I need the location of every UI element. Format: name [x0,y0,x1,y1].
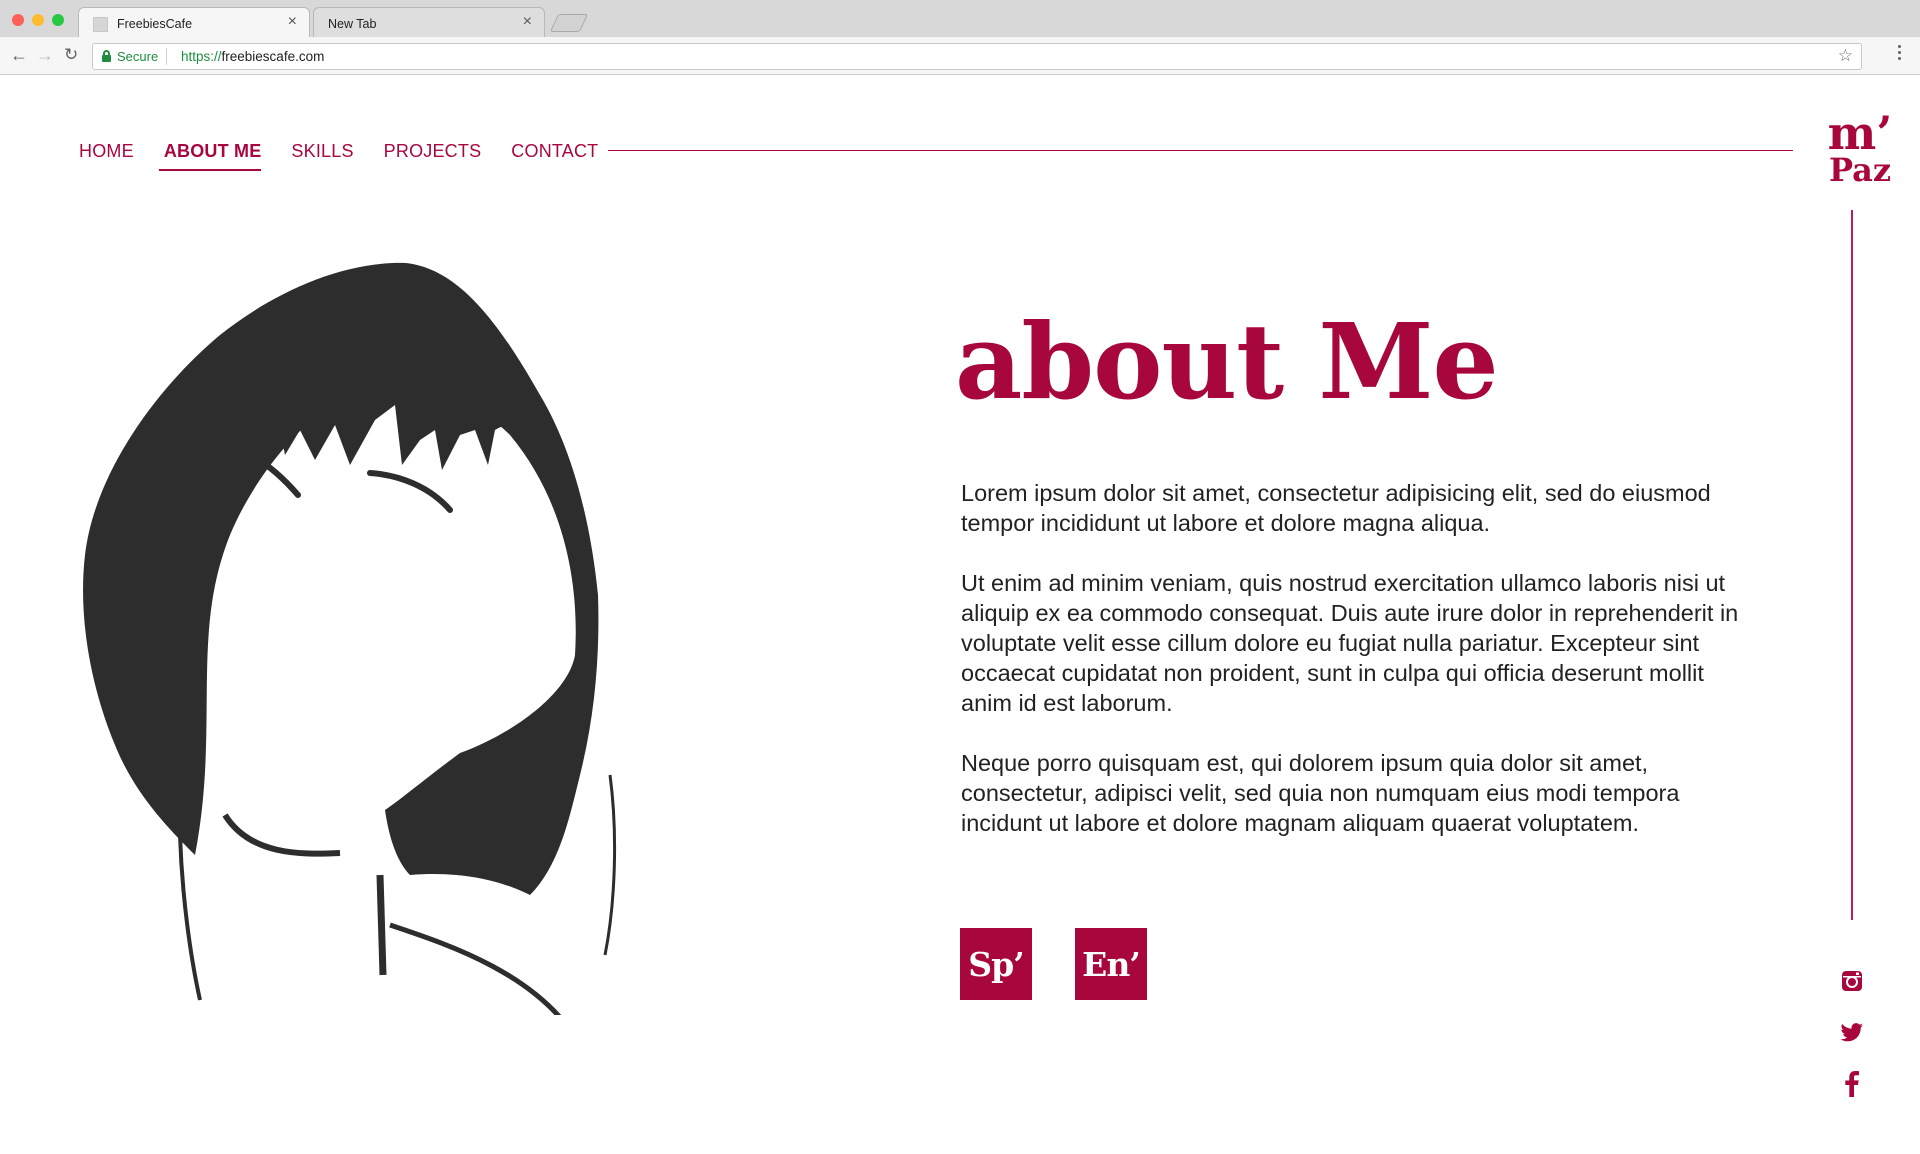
shoulder-stroke [603,774,617,956]
paragraph-1: Lorem ipsum dolor sit amet, consectetur … [961,480,1711,536]
shoulder-line [389,922,562,1015]
close-tab-icon[interactable]: × [523,13,532,31]
maximize-window-button[interactable] [52,14,64,26]
browser-toolbar: ← → ↻ Secure https://freebiescafe.com ☆ [0,37,1920,75]
secure-label: Secure [117,49,159,64]
face-outline [222,813,341,857]
tab-new-tab[interactable]: New Tab × [313,7,545,38]
nav-home[interactable]: HOME [79,141,134,162]
eyebrow-right [367,470,453,513]
paragraph-3: Neque porro quisquam est, qui dolorem ip… [961,750,1680,836]
url-text[interactable]: https://freebiescafe.com [181,49,324,64]
address-bar[interactable]: Secure https://freebiescafe.com ☆ [92,43,1862,70]
tab-bar: FreebiesCafe × New Tab × [0,0,1920,38]
logo-name: Paz [1828,151,1892,189]
site-logo[interactable]: m’ Paz [1820,110,1900,186]
minimize-window-button[interactable] [32,14,44,26]
back-arrow-icon[interactable]: ← [10,45,28,66]
instagram-icon[interactable] [1838,967,1866,995]
page-favicon-icon [93,17,108,32]
close-tab-icon[interactable]: × [288,13,297,31]
neck-line [178,834,202,1001]
twitter-icon[interactable] [1838,1019,1866,1047]
forward-arrow-icon[interactable]: → [36,45,54,66]
divider [166,48,167,65]
reload-icon[interactable]: ↻ [64,45,78,65]
about-text: Lorem ipsum dolor sit amet, consectetur … [961,478,1761,868]
vertical-divider-line [1851,210,1853,920]
nav-divider-line [608,150,1793,151]
portrait-illustration [83,262,617,1015]
browser-menu-icon[interactable] [1898,45,1902,63]
browser-chrome: FreebiesCafe × New Tab × ← → ↻ Secure ht… [0,0,1920,75]
tab-title: FreebiesCafe [117,17,193,31]
new-tab-button[interactable] [549,14,589,32]
tab-freebiescafe[interactable]: FreebiesCafe × [78,7,310,38]
main-nav: HOME ABOUT ME SKILLS PROJECTS CONTACT [79,141,628,171]
page-title: about Me [955,300,1499,423]
collar-line [376,874,387,976]
nav-skills[interactable]: SKILLS [291,141,353,162]
bookmark-star-icon[interactable]: ☆ [1838,46,1853,66]
facebook-icon[interactable] [1838,1070,1866,1098]
logo-mark: m’ [1827,106,1893,160]
close-window-button[interactable] [12,14,24,26]
lock-icon [102,50,111,62]
english-language-button[interactable]: En’ [1075,928,1147,1000]
paragraph-2: Ut enim ad minim veniam, quis nostrud ex… [961,570,1739,716]
nav-about-me[interactable]: ABOUT ME [164,141,262,171]
nav-projects[interactable]: PROJECTS [384,141,482,162]
spanish-language-button[interactable]: Sp’ [960,928,1032,1000]
window-controls [12,14,64,26]
nav-contact[interactable]: CONTACT [511,141,598,162]
tab-title: New Tab [328,17,377,31]
